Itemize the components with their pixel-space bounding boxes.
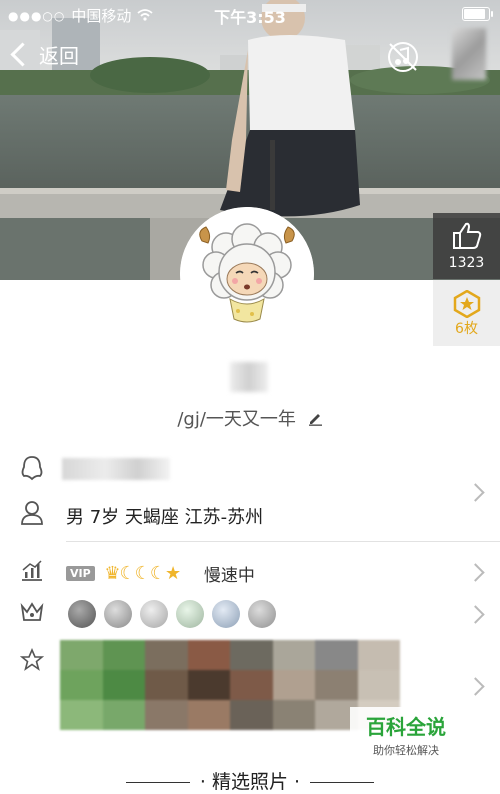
penguin-icon bbox=[20, 455, 44, 485]
medal-count: 6枚 bbox=[455, 321, 478, 337]
vip-level-content: VIP ♛☾☾☾★ 慢速中 bbox=[66, 561, 255, 586]
photo-wall-blurred[interactable] bbox=[60, 640, 400, 730]
qq-number-blurred bbox=[62, 458, 170, 480]
battery-level-fill bbox=[464, 9, 485, 19]
star-badge-icon bbox=[212, 600, 240, 628]
chevron-right-icon bbox=[466, 483, 485, 502]
level-chart-icon bbox=[20, 558, 44, 586]
like-button[interactable]: 1323 bbox=[433, 213, 500, 279]
edit-pen-icon[interactable] bbox=[308, 410, 323, 431]
blurred-thumbnail[interactable] bbox=[452, 28, 486, 80]
status-time: 下午3:53 bbox=[214, 8, 286, 27]
chevron-left-icon bbox=[10, 42, 35, 67]
thumbs-up-icon bbox=[452, 222, 481, 249]
signature-text: /gj/一天又一年 bbox=[177, 409, 296, 430]
cloud-badge-icon bbox=[104, 600, 132, 628]
back-button[interactable]: 返回 bbox=[8, 40, 79, 69]
divider bbox=[66, 541, 500, 542]
signature-row[interactable]: /gj/一天又一年 bbox=[0, 405, 500, 431]
badge-list bbox=[68, 600, 276, 628]
medal-button[interactable]: 6枚 bbox=[433, 280, 500, 346]
album-star-icon bbox=[19, 647, 45, 676]
speed-status: 慢速中 bbox=[203, 566, 255, 586]
back-label: 返回 bbox=[39, 44, 79, 68]
status-bar: ●●●○○ 中国移动 下午3:53 bbox=[0, 0, 500, 28]
watermark-title: 百科全说 bbox=[366, 715, 446, 739]
silver-diamond-badge-icon bbox=[140, 600, 168, 628]
profile-details-row[interactable]: 男 7岁 天蝎座 江苏-苏州 bbox=[0, 500, 500, 530]
gray-helmet-badge-icon bbox=[68, 600, 96, 628]
vip-level-row[interactable]: VIP ♛☾☾☾★ 慢速中 bbox=[0, 558, 500, 588]
lightning-badge-icon bbox=[248, 600, 276, 628]
crown-icon bbox=[20, 600, 44, 626]
watermark-logo: 百科全说 助你轻松解决 bbox=[350, 707, 462, 765]
battery-icon bbox=[462, 7, 493, 21]
divider-line bbox=[310, 782, 375, 783]
like-count: 1323 bbox=[448, 255, 485, 271]
nickname-blurred bbox=[230, 362, 268, 392]
profile-details-text: 男 7岁 天蝎座 江苏-苏州 bbox=[66, 507, 264, 528]
divider-line bbox=[125, 782, 190, 783]
medal-icon bbox=[453, 289, 480, 319]
person-icon bbox=[20, 500, 44, 530]
music-icon[interactable] bbox=[386, 40, 420, 74]
chevron-right-icon bbox=[466, 677, 485, 696]
green-diamond-badge-icon bbox=[176, 600, 204, 628]
level-icons: ♛☾☾☾★ bbox=[104, 563, 181, 584]
avatar[interactable] bbox=[180, 207, 314, 341]
watermark-subtitle: 助你轻松解决 bbox=[373, 744, 439, 757]
vip-tag: VIP bbox=[66, 566, 95, 581]
